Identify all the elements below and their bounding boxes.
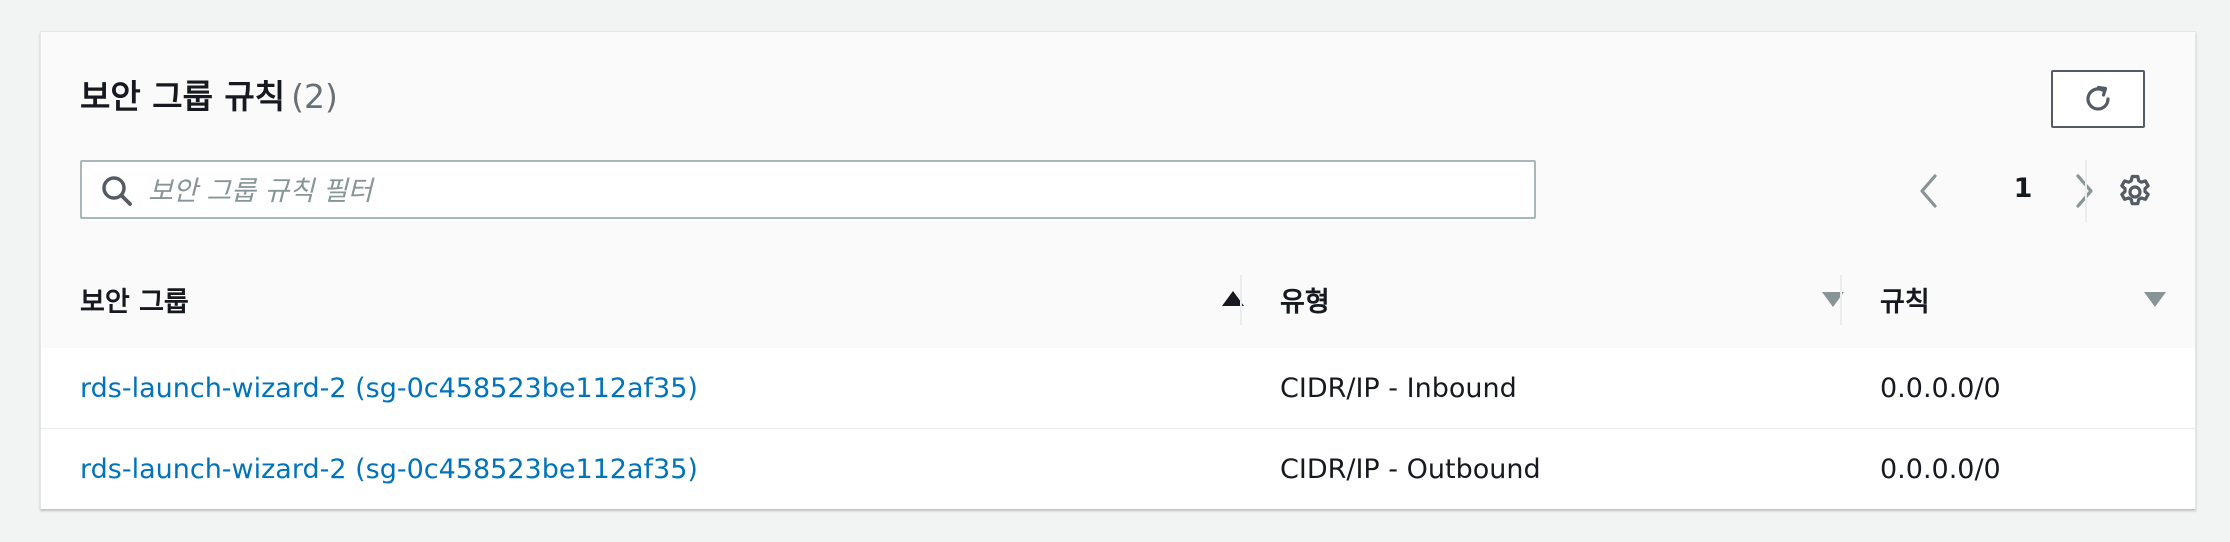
chevron-right-icon[interactable] bbox=[2066, 171, 2102, 211]
panel-header: 보안 그룹 규칙(2) 1 bbox=[41, 32, 2195, 252]
caret-up-icon bbox=[1222, 291, 1244, 306]
caret-down-icon bbox=[2144, 292, 2166, 307]
caret-down-icon bbox=[1822, 292, 1844, 307]
table-row: rds-launch-wizard-2 (sg-0c458523be112af3… bbox=[41, 429, 2195, 509]
refresh-button[interactable] bbox=[2051, 70, 2145, 128]
rule-cidr-cell: 0.0.0.0/0 bbox=[1880, 453, 2001, 485]
column-header-label: 규칙 bbox=[1880, 287, 1930, 318]
column-divider bbox=[1240, 275, 1242, 325]
column-header-security-group[interactable]: 보안 그룹 bbox=[80, 251, 1260, 348]
security-group-link[interactable]: rds-launch-wizard-2 (sg-0c458523be112af3… bbox=[80, 429, 698, 509]
search-icon bbox=[102, 176, 132, 206]
column-header-type[interactable]: 유형 bbox=[1280, 251, 1860, 348]
rule-cidr-cell: 0.0.0.0/0 bbox=[1880, 372, 2001, 404]
rule-count: (2) bbox=[291, 77, 338, 116]
security-group-link[interactable]: rds-launch-wizard-2 (sg-0c458523be112af3… bbox=[80, 348, 698, 428]
table-header: 보안 그룹 유형 규칙 bbox=[41, 251, 2195, 349]
rule-type-cell: CIDR/IP - Inbound bbox=[1280, 372, 1517, 404]
chevron-left-icon[interactable] bbox=[1911, 171, 1947, 211]
panel-title-text: 보안 그룹 규칙 bbox=[80, 77, 286, 116]
column-divider bbox=[1840, 275, 1842, 325]
panel-title: 보안 그룹 규칙 (2) bbox=[80, 70, 338, 118]
rule-type-cell: CIDR/IP - Outbound bbox=[1280, 453, 1541, 485]
column-header-label: 유형 bbox=[1280, 287, 1330, 318]
pagination-divider bbox=[2085, 160, 2087, 222]
gear-icon[interactable] bbox=[2117, 174, 2153, 210]
current-page-number[interactable]: 1 bbox=[2003, 173, 2043, 204]
table-row: rds-launch-wizard-2 (sg-0c458523be112af3… bbox=[41, 348, 2195, 429]
column-header-label: 보안 그룹 bbox=[80, 287, 189, 318]
refresh-icon bbox=[2086, 85, 2110, 111]
search-input[interactable] bbox=[146, 168, 1520, 214]
search-field[interactable] bbox=[80, 160, 1536, 219]
column-header-rule[interactable]: 규칙 bbox=[1880, 251, 2170, 348]
security-group-rules-panel: 보안 그룹 규칙(2) 1 bbox=[40, 31, 2196, 509]
